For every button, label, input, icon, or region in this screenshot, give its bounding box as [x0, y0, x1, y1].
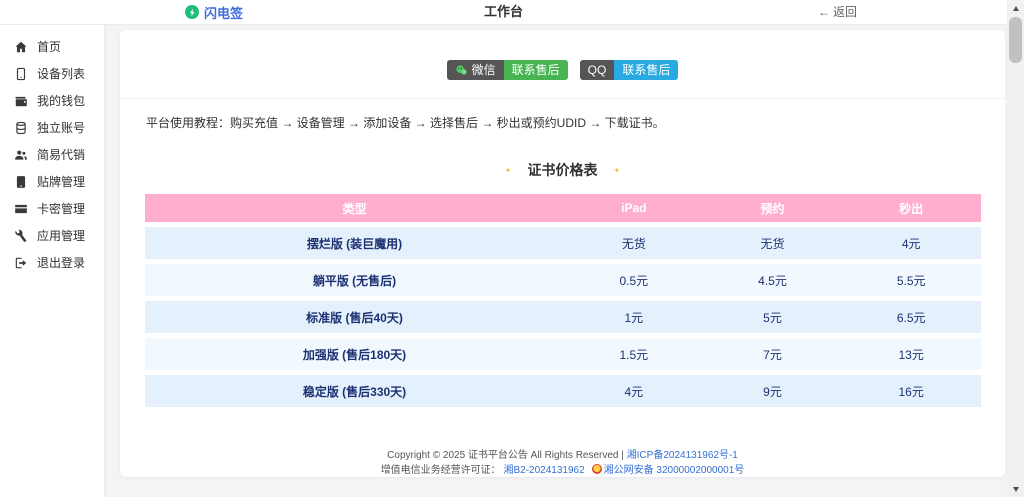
- sidebar-item-label: 简易代销: [37, 148, 86, 162]
- wrench-icon: [14, 229, 28, 243]
- scroll-down-icon[interactable]: [1007, 481, 1024, 497]
- plan-name: 稳定版 (售后330天): [144, 375, 565, 407]
- sidebar-item-label: 设备列表: [37, 67, 86, 81]
- back-arrow-icon: ←: [817, 5, 830, 19]
- wechat-icon: [455, 64, 468, 77]
- plan-name: 摆烂版 (装巨魔用): [144, 227, 565, 259]
- price-cell: 4.5元: [703, 264, 842, 296]
- contact-buttons: 微信 联系售后 QQ 联系售后: [120, 30, 1005, 80]
- sign-out-icon: [14, 256, 28, 270]
- lightning-logo-icon: [185, 5, 199, 19]
- price-cell: 5元: [703, 301, 842, 333]
- plan-name: 标准版 (售后40天): [144, 301, 565, 333]
- footer: Copyright © 2025 证书平台公告 All Rights Reser…: [120, 448, 1005, 478]
- scrollbar-thumb[interactable]: [1009, 17, 1022, 63]
- sparkle-icon: ✦: [613, 165, 621, 175]
- price-row: 加强版 (售后180天) 1.5元 7元 13元: [144, 338, 981, 370]
- plan-name: 加强版 (售后180天): [144, 338, 565, 370]
- icp-link[interactable]: 湘ICP备2024131962号-1: [627, 450, 738, 461]
- sidebar-item-label: 贴牌管理: [37, 175, 86, 189]
- price-cell: 0.5元: [564, 264, 704, 296]
- qq-label: QQ: [579, 60, 615, 80]
- workbench-card: 微信 联系售后 QQ 联系售后 平台使用教程：购买充值 → 设备管理 → 添加设…: [120, 30, 1005, 477]
- price-cell: 4元: [841, 227, 981, 259]
- sidebar-item-home[interactable]: 首页: [0, 33, 104, 60]
- column-header: 预约: [703, 194, 842, 222]
- license-text: 增值电信业务经营许可证：: [380, 465, 504, 476]
- credit-card-icon: [14, 202, 28, 216]
- sidebar-item-label: 卡密管理: [37, 202, 86, 216]
- column-header: 秒出: [841, 194, 981, 222]
- sidebar-item-oem-management[interactable]: 贴牌管理: [0, 168, 104, 195]
- tutorial-text: 平台使用教程：购买充值 → 设备管理 → 添加设备 → 选择售后 → 秒出或预约…: [146, 116, 665, 130]
- page-title: 工作台: [483, 4, 524, 19]
- copyright-text: Copyright © 2025 证书平台公告 All Rights Reser…: [387, 450, 627, 461]
- price-cell: 1.5元: [564, 338, 704, 370]
- sidebar-item-independent-account[interactable]: 独立账号: [0, 114, 104, 141]
- price-row: 躺平版 (无售后) 0.5元 4.5元 5.5元: [144, 264, 981, 296]
- telecom-license-link[interactable]: 湘B2-2024131962: [503, 465, 584, 476]
- wallet-icon: [14, 94, 28, 108]
- price-table: 类型 iPad 预约 秒出 摆烂版 (装巨魔用) 无货 无货 4元 躺平版 (无售后) 0.5元…: [144, 189, 981, 412]
- copyright-line: Copyright © 2025 证书平台公告 All Rights Reser…: [120, 448, 1005, 463]
- license-line: 增值电信业务经营许可证： 湘B2-2024131962 湘公网安备 3200000…: [120, 463, 1005, 478]
- sidebar-item-logout[interactable]: 退出登录: [0, 249, 104, 276]
- price-table-title: ✦ 证书价格表 ✦: [120, 160, 1005, 180]
- price-table-title-text: 证书价格表: [527, 162, 598, 178]
- price-cell: 6.5元: [841, 301, 981, 333]
- users-icon: [14, 148, 28, 162]
- wechat-badge-left: 微信: [446, 60, 504, 80]
- coins-icon: [14, 121, 28, 135]
- police-badge-icon: [591, 464, 602, 474]
- sidebar-item-label: 应用管理: [37, 229, 86, 243]
- plan-name: 躺平版 (无售后): [144, 264, 565, 296]
- sidebar-item-label: 退出登录: [37, 256, 86, 270]
- price-cell: 1元: [564, 301, 704, 333]
- qq-contact-button[interactable]: QQ 联系售后: [579, 60, 679, 80]
- sidebar-item-easy-resale[interactable]: 简易代销: [0, 141, 104, 168]
- sidebar-item-card-key-management[interactable]: 卡密管理: [0, 195, 104, 222]
- divider: [120, 98, 1005, 99]
- home-icon: [14, 40, 28, 54]
- wechat-contact-button[interactable]: 微信 联系售后: [446, 60, 568, 80]
- price-cell: 16元: [841, 375, 981, 407]
- price-table-header-row: 类型 iPad 预约 秒出: [144, 194, 981, 222]
- sidebar-item-my-wallet[interactable]: 我的钱包: [0, 87, 104, 114]
- sidebar-item-app-management[interactable]: 应用管理: [0, 222, 104, 249]
- sparkle-icon: ✦: [504, 165, 512, 175]
- column-header: iPad: [564, 194, 704, 222]
- sidebar-item-label: 独立账号: [37, 121, 86, 135]
- sidebar-nav: 首页设备列表我的钱包独立账号简易代销贴牌管理卡密管理应用管理退出登录: [0, 33, 104, 276]
- sidebar-item-label: 首页: [37, 40, 62, 54]
- scroll-up-icon[interactable]: [1007, 0, 1024, 16]
- sidebar-item-label: 我的钱包: [37, 94, 86, 108]
- tablet-icon: [14, 175, 28, 189]
- column-header: 类型: [144, 194, 565, 222]
- back-button[interactable]: ← 返回: [818, 0, 857, 24]
- price-cell: 7元: [703, 338, 842, 370]
- sidebar-item-device-list[interactable]: 设备列表: [0, 60, 104, 87]
- price-row: 稳定版 (售后330天) 4元 9元 16元: [144, 375, 981, 407]
- price-cell: 13元: [841, 338, 981, 370]
- price-cell: 4元: [564, 375, 704, 407]
- wechat-label: 微信: [471, 63, 496, 77]
- price-cell: 无货: [564, 227, 704, 259]
- price-cell: 无货: [703, 227, 842, 259]
- price-cell: 5.5元: [841, 264, 981, 296]
- price-cell: 9元: [703, 375, 842, 407]
- sidebar: 首页设备列表我的钱包独立账号简易代销贴牌管理卡密管理应用管理退出登录: [0, 25, 106, 497]
- smartphone-icon: [14, 67, 28, 81]
- price-row: 摆烂版 (装巨魔用) 无货 无货 4元: [144, 227, 981, 259]
- logo-text: 闪电签: [204, 5, 244, 21]
- back-label: 返回: [832, 5, 857, 19]
- price-row: 标准版 (售后40天) 1元 5元 6.5元: [144, 301, 981, 333]
- top-header: 闪电签 工作台 ← 返回: [0, 0, 1007, 25]
- security-record-link[interactable]: 湘公网安备 32000002000001号: [604, 465, 745, 476]
- wechat-contact-label: 联系售后: [503, 60, 568, 80]
- scrollbar[interactable]: [1007, 0, 1024, 497]
- logo[interactable]: 闪电签: [185, 0, 243, 24]
- qq-contact-label: 联系售后: [614, 60, 679, 80]
